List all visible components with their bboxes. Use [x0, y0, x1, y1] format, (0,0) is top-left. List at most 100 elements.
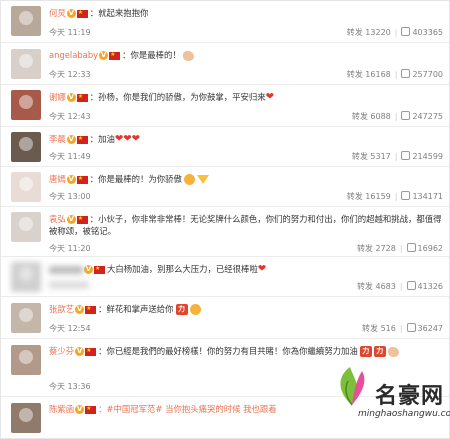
arrow-emoji-icon [196, 175, 209, 184]
flag-icon [94, 263, 105, 275]
li-emoji-icon: 力 [175, 304, 188, 315]
comment-feed: 何炅V：就起来抱抱你 今天 11:19 转发 13220|403365 ange… [0, 0, 450, 439]
comment-line: 唐嫣V ：你是最棒的！为你骄傲 [49, 173, 443, 185]
repost-count: 5317 [370, 152, 391, 161]
comment-line: 何炅V ：就起来抱抱你 [49, 7, 443, 19]
comment-text: ：孙杨，你是我们的骄傲，为你鼓掌，平安归来 [89, 92, 266, 102]
comment-time: 今天 11:20 [49, 244, 91, 253]
avatar[interactable] [11, 49, 41, 79]
flag-icon [76, 213, 88, 225]
comment-line: 蔡少芬V：你已經是我們的最好榜樣！你的努力有目共睹！你為你繼續努力加油力力 [49, 345, 443, 357]
watermark-leaf-icon [340, 367, 365, 406]
comment-time: 今天 13:00 [49, 192, 91, 201]
verified-icon: V [66, 215, 76, 224]
comment-text: ：你是最棒的！为你骄傲 [89, 174, 182, 184]
commenter-name[interactable]: 李晨 [49, 134, 66, 144]
like-icon[interactable] [401, 111, 411, 120]
repost-label[interactable]: 转发 [347, 28, 363, 37]
comment-line: 张歆艺V ：鲜花和掌声送给你力 [49, 303, 443, 315]
comment-text: ：#中国冠军范# 当你抱头痛哭的时候 我也跟着 [98, 404, 277, 414]
repost-label[interactable]: 转发 [357, 244, 373, 253]
repost-count: 13220 [365, 28, 391, 37]
comment-line: 谢娜V ：孙杨，你是我们的骄傲，为你鼓掌，平安归来❤ [49, 91, 443, 104]
li-emoji-icon: 力 [373, 346, 386, 357]
comment-line: 袁弘V：小伙子，你非常非常棒！无论奖牌什么颜色，你们的努力和付出，你们的超越和挑… [49, 213, 443, 237]
repost-label[interactable]: 转发 [347, 70, 363, 79]
avatar[interactable] [11, 303, 41, 333]
heart-emoji-icon: ❤ [265, 91, 275, 103]
muscle-emoji-icon [182, 50, 194, 61]
like-icon[interactable] [401, 69, 411, 78]
heart-emoji-icon: ❤ [114, 133, 124, 145]
commenter-name [49, 265, 83, 274]
avatar[interactable] [11, 212, 41, 242]
repost-count: 16168 [365, 70, 391, 79]
like-icon[interactable] [401, 191, 411, 200]
commenter-name[interactable]: 蔡少芬 [49, 346, 74, 356]
flag-icon [85, 403, 97, 415]
heart-emoji-icon: ❤ [257, 263, 267, 275]
repost-label[interactable]: 转发 [357, 282, 373, 291]
comment-time: 今天 11:49 [49, 152, 91, 161]
verified-icon: V [84, 265, 93, 274]
comment-text: ：就起来抱抱你 [89, 8, 149, 18]
flag-icon [76, 7, 88, 19]
verified-icon: V [75, 347, 85, 356]
comment-row: 何炅V ：就起来抱抱你 今天 11:19 转发 13220|403365 [1, 1, 449, 43]
repost-label[interactable]: 转发 [352, 152, 368, 161]
repost-label[interactable]: 转发 [352, 112, 368, 121]
avatar[interactable] [11, 6, 41, 36]
like-count: 214599 [412, 152, 443, 161]
comment-stats: 转发 13220 | 403365 [346, 27, 443, 37]
flower-emoji-icon [189, 304, 201, 315]
commenter-name[interactable]: 何炅 [49, 8, 66, 18]
like-icon[interactable] [406, 281, 416, 290]
avatar[interactable] [11, 403, 41, 433]
avatar[interactable] [11, 345, 41, 375]
flower-emoji-icon [183, 174, 195, 185]
like-icon[interactable] [406, 323, 416, 332]
avatar[interactable] [11, 90, 41, 120]
comment-row: 谢娜V ：孙杨，你是我们的骄傲，为你鼓掌，平安归来❤ 今天 12:43 转发 60… [1, 85, 449, 127]
watermark-url: minghaoshangwu.com [358, 409, 450, 419]
repost-label[interactable]: 转发 [362, 324, 378, 333]
comment-time: 今天 12:54 [49, 324, 91, 333]
comment-line: 陈紫函V ：#中国冠军范# 当你抱头痛哭的时候 我也跟着 [49, 403, 331, 415]
like-count: 36247 [417, 324, 443, 333]
repost-label[interactable]: 转发 [347, 192, 363, 201]
comment-row: 李晨V：加油❤❤❤ 今天 11:49 转发 5317|214599 [1, 127, 449, 167]
comment-line: 李晨V：加油❤❤❤ [49, 133, 443, 146]
like-icon[interactable] [406, 243, 416, 252]
like-icon[interactable] [401, 27, 411, 36]
heart-emoji-icon: ❤ [123, 133, 132, 145]
comment-line: V 大白杨加油，别那么大压力，已经很棒啦❤ [49, 263, 443, 276]
flag-icon [76, 133, 88, 145]
comment-time: 今天 12:43 [49, 112, 91, 121]
commenter-name[interactable]: 唐嫣 [49, 174, 66, 184]
comment-time [49, 281, 89, 289]
avatar[interactable] [11, 172, 41, 202]
flag-icon [109, 49, 121, 61]
commenter-name[interactable]: 谢娜 [49, 92, 66, 102]
comment-stats: 转发 6088 | 247275 [351, 111, 443, 121]
li-emoji-icon: 力 [359, 346, 372, 357]
like-icon[interactable] [401, 151, 411, 160]
comment-row: 袁弘V：小伙子，你非常非常棒！无论奖牌什么颜色，你们的努力和付出，你们的超越和挑… [1, 207, 449, 257]
commenter-name[interactable]: 陈紫函 [49, 404, 74, 414]
repost-count: 4683 [375, 282, 396, 291]
commenter-name[interactable]: angelababy [49, 50, 98, 60]
commenter-name[interactable]: 袁弘 [49, 214, 66, 224]
avatar[interactable] [11, 262, 41, 292]
verified-icon: V [75, 405, 85, 414]
avatar[interactable] [11, 132, 41, 162]
muscle-emoji-icon [387, 346, 399, 357]
verified-icon: V [66, 135, 76, 144]
verified-icon: V [99, 51, 109, 60]
flag-icon [85, 303, 97, 315]
commenter-name[interactable]: 张歆艺 [49, 304, 74, 314]
flag-icon [85, 345, 97, 357]
verified-icon: V [75, 305, 85, 314]
verified-icon: V [66, 93, 76, 102]
comment-row: 唐嫣V ：你是最棒的！为你骄傲 今天 13:00 转发 16159|134171 [1, 167, 449, 207]
comment-stats: 转发 5317 | 214599 [351, 151, 443, 161]
